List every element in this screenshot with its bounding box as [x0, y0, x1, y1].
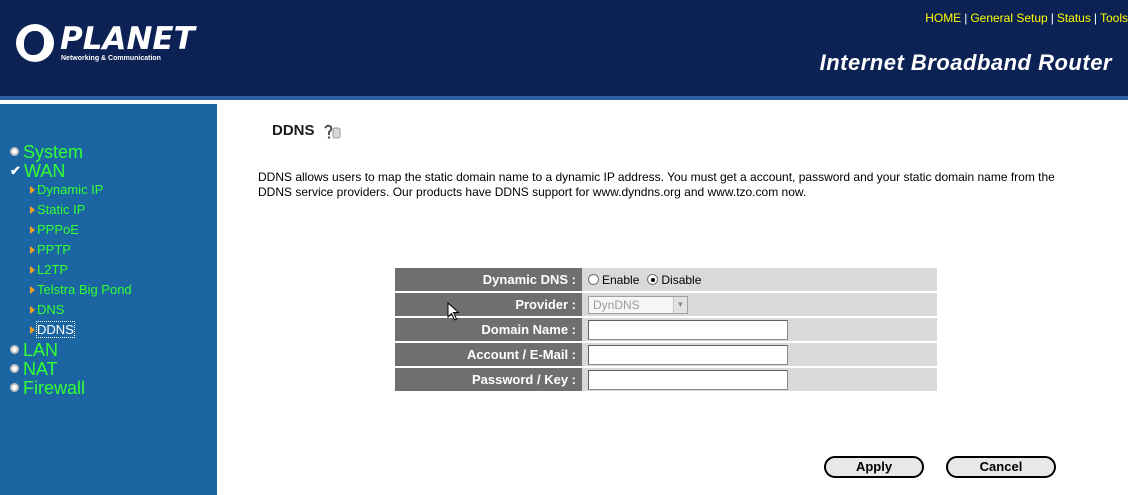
password-key-input[interactable]: [588, 369, 788, 390]
nav-tools-link[interactable]: Tools: [1100, 11, 1128, 25]
sidebar-menu: System ✔ WAN Dynamic IP Static IP PPPoE …: [10, 142, 132, 397]
checkmark-icon: ✔: [10, 162, 21, 178]
account-label: Account / E-Mail :: [395, 343, 582, 366]
sidebar-item-firewall[interactable]: Firewall: [10, 378, 132, 397]
provider-label: Provider :: [395, 293, 582, 316]
sidebar-subitem-pppoe[interactable]: PPPoE: [30, 220, 132, 240]
dynamic-dns-options: Enable Disable: [582, 268, 937, 291]
provider-cell: DynDNS ▼: [582, 293, 937, 316]
form-row-dynamic-dns: Dynamic DNS : Enable Disable: [395, 268, 937, 291]
logo-mark-icon: [16, 24, 54, 62]
arrow-right-icon: [30, 226, 35, 234]
sidebar-subitem-pptp[interactable]: PPTP: [30, 240, 132, 260]
help-icon[interactable]: [320, 122, 342, 140]
disable-radio-label: Disable: [661, 272, 702, 287]
ddns-form: Dynamic DNS : Enable Disable Provider : …: [395, 268, 937, 393]
chevron-down-icon: ▼: [673, 296, 687, 313]
nav-separator: |: [1093, 11, 1097, 25]
bullet-icon: [10, 345, 19, 354]
nav-home-link[interactable]: HOME: [925, 11, 961, 25]
planet-logo: PLANET Networking & Communication: [16, 22, 195, 68]
header-banner: PLANET Networking & Communication HOME | G…: [0, 0, 1128, 100]
nav-status-link[interactable]: Status: [1057, 11, 1091, 25]
sidebar: System ✔ WAN Dynamic IP Static IP PPPoE …: [0, 104, 217, 495]
password-cell: [582, 368, 937, 391]
bullet-icon: [10, 364, 19, 373]
sidebar-subitem-static-ip[interactable]: Static IP: [30, 200, 132, 220]
form-row-provider: Provider : DynDNS ▼: [395, 293, 937, 316]
mouse-pointer-icon: [447, 302, 460, 321]
nav-separator: |: [964, 11, 968, 25]
sidebar-item-label: Firewall: [23, 377, 86, 398]
page-description: DDNS allows users to map the static doma…: [258, 170, 1055, 199]
sidebar-item-label: WAN: [24, 160, 66, 181]
logo-tagline: Networking & Communication: [61, 55, 161, 62]
arrow-right-icon: [30, 186, 35, 194]
dynamic-dns-label: Dynamic DNS :: [395, 268, 582, 291]
apply-button[interactable]: Apply: [824, 456, 924, 478]
page-title: DDNS: [272, 122, 315, 139]
sidebar-item-lan[interactable]: LAN: [10, 340, 132, 359]
nav-general-setup-link[interactable]: General Setup: [970, 11, 1047, 25]
cancel-button[interactable]: Cancel: [946, 456, 1056, 478]
bullet-icon: [10, 383, 19, 392]
bullet-icon: [10, 147, 19, 156]
sidebar-item-system[interactable]: System: [10, 142, 132, 161]
form-row-domain-name: Domain Name :: [395, 318, 937, 341]
sidebar-item-nat[interactable]: NAT: [10, 359, 132, 378]
top-navigation: HOME | General Setup | Status | Tools: [925, 11, 1128, 25]
arrow-right-icon: [30, 206, 35, 214]
sidebar-item-wan[interactable]: ✔ WAN: [10, 161, 132, 180]
domain-name-cell: [582, 318, 937, 341]
form-row-password: Password / Key :: [395, 368, 937, 391]
sidebar-item-label: System: [23, 141, 84, 162]
enable-radio[interactable]: [588, 274, 599, 285]
arrow-right-icon: [30, 266, 35, 274]
sidebar-subitem-dynamic-ip[interactable]: Dynamic IP: [30, 180, 132, 200]
sidebar-item-label: NAT: [23, 358, 58, 379]
arrow-right-icon: [30, 326, 35, 334]
sidebar-subitem-ddns[interactable]: DDNS: [30, 320, 132, 340]
disable-radio[interactable]: [647, 274, 659, 285]
account-email-input[interactable]: [588, 344, 788, 365]
arrow-right-icon: [30, 306, 35, 314]
arrow-right-icon: [30, 286, 35, 294]
account-cell: [582, 343, 937, 366]
product-title: Internet Broadband Router: [819, 50, 1112, 75]
sidebar-subitem-l2tp[interactable]: L2TP: [30, 260, 132, 280]
sidebar-subitem-dns[interactable]: DNS: [30, 300, 132, 320]
form-row-account: Account / E-Mail :: [395, 343, 937, 366]
nav-separator: |: [1050, 11, 1054, 25]
domain-name-label: Domain Name :: [395, 318, 582, 341]
domain-name-input[interactable]: [588, 319, 788, 340]
arrow-right-icon: [30, 246, 35, 254]
logo-name: PLANET: [60, 21, 195, 57]
password-label: Password / Key :: [395, 368, 582, 391]
provider-select[interactable]: DynDNS ▼: [588, 295, 688, 314]
sidebar-subitem-telstra-big-pond[interactable]: Telstra Big Pond: [30, 280, 132, 300]
provider-selected-value: DynDNS: [593, 297, 640, 312]
enable-radio-label: Enable: [602, 272, 640, 287]
sidebar-item-label: LAN: [23, 339, 59, 360]
